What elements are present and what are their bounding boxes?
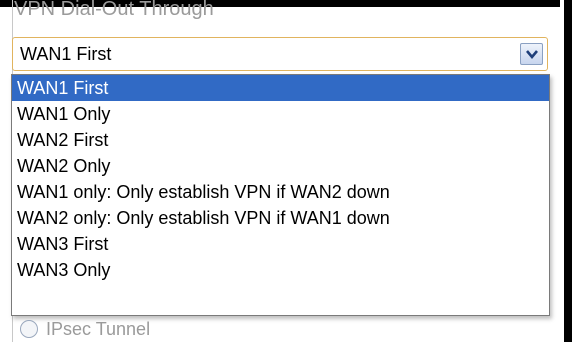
option-wan1-only-establish-if-wan2-down[interactable]: WAN1 only: Only establish VPN if WAN2 do… <box>12 179 549 205</box>
radio-button[interactable] <box>20 320 38 338</box>
window-right-border <box>564 0 572 342</box>
dropdown-options-list: WAN1 First WAN1 Only WAN2 First WAN2 Onl… <box>11 74 550 316</box>
option-wan2-only[interactable]: WAN2 Only <box>12 153 549 179</box>
option-wan2-first[interactable]: WAN2 First <box>12 127 549 153</box>
option-wan3-first[interactable]: WAN3 First <box>12 231 549 257</box>
option-wan1-only[interactable]: WAN1 Only <box>12 101 549 127</box>
select-current-value: WAN1 First <box>20 44 112 64</box>
vpn-dial-out-select[interactable]: WAN1 First <box>12 37 548 71</box>
option-wan3-only[interactable]: WAN3 Only <box>12 257 549 283</box>
dropdown-button[interactable] <box>520 43 543 65</box>
section-title: VPN Dial-Out Through <box>14 0 214 20</box>
option-wan2-only-establish-if-wan1-down[interactable]: WAN2 only: Only establish VPN if WAN1 do… <box>12 205 549 231</box>
chevron-down-icon <box>526 50 538 60</box>
radio-label: IPsec Tunnel <box>46 319 151 339</box>
option-wan1-first[interactable]: WAN1 First <box>12 75 549 101</box>
